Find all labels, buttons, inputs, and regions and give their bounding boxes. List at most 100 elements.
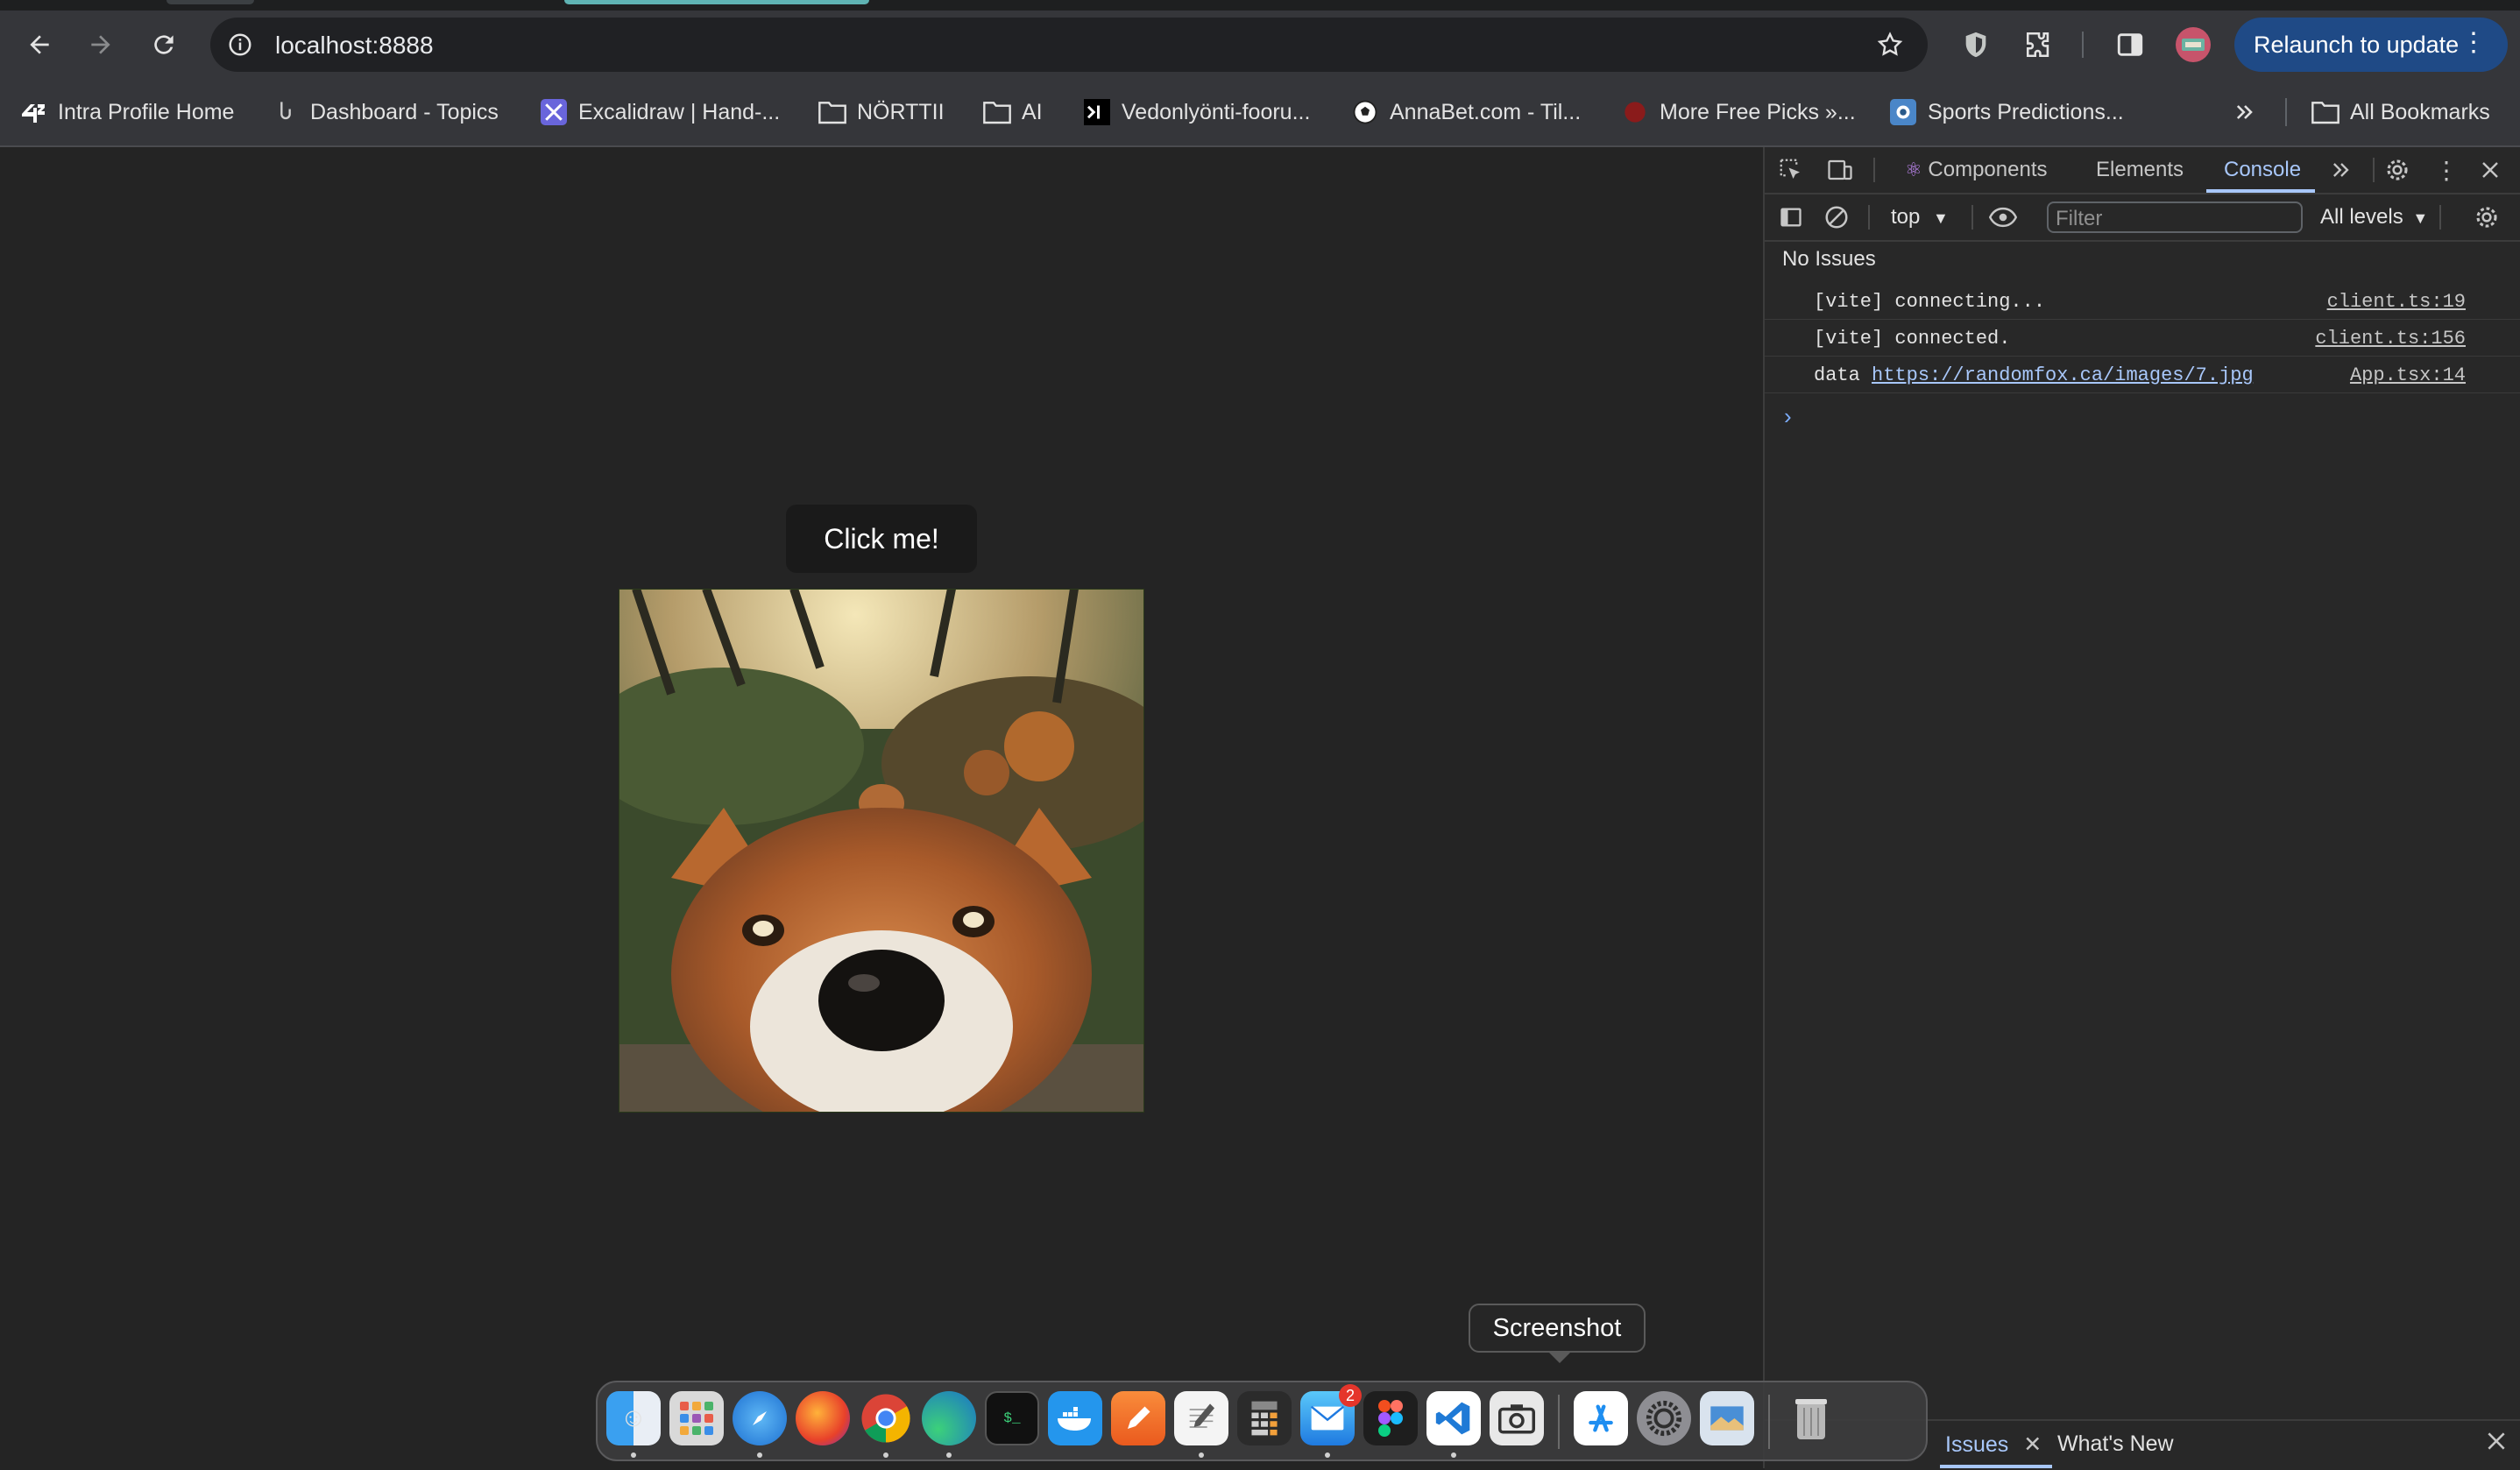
safari-icon[interactable]: [733, 1391, 787, 1445]
arrow-left-icon: [30, 35, 49, 54]
site-info-icon[interactable]: [223, 27, 258, 62]
bookmark-label: NÖRTTII: [857, 99, 945, 124]
trash-icon[interactable]: [1784, 1391, 1838, 1445]
picks-icon: [1621, 98, 1649, 126]
figma-icon[interactable]: [1363, 1391, 1418, 1445]
tab-active[interactable]: [564, 0, 869, 4]
console-source-link[interactable]: client.ts:19: [2327, 291, 2466, 313]
inspect-element-icon[interactable]: [1777, 156, 1805, 184]
close-icon[interactable]: ✕: [2023, 1432, 2042, 1457]
console-source-link[interactable]: client.ts:156: [2315, 328, 2466, 350]
devtools-divider: [2439, 205, 2441, 230]
chrome-icon[interactable]: [859, 1391, 913, 1445]
active-tab-indicator: [2206, 189, 2315, 193]
tab-strip: [0, 0, 2520, 11]
live-expression-eye-icon[interactable]: [1989, 203, 2017, 231]
running-indicator: [883, 1452, 888, 1458]
page-viewport: Click me!: [0, 147, 1763, 1468]
console-message: [vite] connecting... client.ts:19: [1765, 282, 2520, 320]
reload-button[interactable]: [142, 23, 186, 67]
bookmark-item[interactable]: Intra Profile Home: [19, 96, 234, 128]
all-bookmarks-button[interactable]: All Bookmarks: [2311, 96, 2490, 128]
arrow-right-icon: [91, 35, 110, 54]
system-settings-icon[interactable]: [1637, 1391, 1691, 1445]
tab-inactive[interactable]: [166, 0, 254, 4]
fox-image: [619, 589, 1144, 1113]
console-prompt-chevron-icon[interactable]: ›: [1784, 403, 1792, 430]
device-toolbar-icon[interactable]: [1826, 156, 1854, 184]
bookmark-item[interactable]: AnnaBet.com - Til...: [1351, 96, 1581, 128]
settings-gear-icon[interactable]: [2383, 156, 2411, 184]
bookmark-item[interactable]: More Free Picks »...: [1621, 96, 1856, 128]
click-me-button[interactable]: Click me!: [786, 505, 977, 573]
tab-console[interactable]: Console: [2224, 158, 2301, 182]
bookmark-label: Vedonlyönti-fooru...: [1122, 99, 1311, 124]
profile-avatar[interactable]: [2173, 25, 2213, 65]
bookmark-label: AnnaBet.com - Til...: [1390, 99, 1582, 124]
context-selector[interactable]: top ▼: [1891, 205, 1949, 230]
bookmark-item[interactable]: Vedonlyönti-fooru...: [1083, 96, 1310, 128]
more-vert-icon[interactable]: ⋮: [2460, 30, 2487, 56]
dropdown-caret-icon: ▼: [2412, 209, 2429, 227]
shield-extension-icon[interactable]: [1956, 25, 1996, 65]
calculator-icon[interactable]: [1237, 1391, 1292, 1445]
forward-button[interactable]: [79, 23, 123, 67]
close-icon[interactable]: [2476, 156, 2504, 184]
console-url-link[interactable]: https://randomfox.ca/images/7.jpg: [1872, 364, 2254, 386]
screenshot-icon[interactable]: [1490, 1391, 1544, 1445]
bookmark-label: Intra Profile Home: [58, 99, 235, 124]
clear-console-icon[interactable]: [1823, 203, 1851, 231]
bookmark-item[interactable]: NÖRTTII: [818, 96, 945, 128]
tab-components[interactable]: ⚛ Components: [1905, 158, 2047, 182]
edge-icon[interactable]: [922, 1391, 976, 1445]
side-panel-icon[interactable]: [2110, 25, 2150, 65]
console-settings-gear-icon[interactable]: [2473, 203, 2501, 231]
mail-badge: 2: [1339, 1384, 1362, 1407]
textedit-icon[interactable]: [1174, 1391, 1228, 1445]
console-source-link[interactable]: App.tsx:14: [2350, 364, 2466, 386]
pages-icon[interactable]: [1111, 1391, 1165, 1445]
terminal-app-icon[interactable]: $_: [985, 1391, 1039, 1445]
bookmark-label: More Free Picks »...: [1660, 99, 1856, 124]
log-levels-dropdown[interactable]: All levels ▼: [2320, 205, 2428, 230]
extensions-puzzle-icon[interactable]: [2019, 25, 2059, 65]
intra-icon: [19, 98, 47, 126]
bookmark-label: Sports Predictions...: [1928, 99, 2124, 124]
folder-icon: [2311, 98, 2339, 126]
relaunch-button[interactable]: Relaunch to update ⋮: [2234, 18, 2508, 72]
dropdown-caret-icon: ▼: [1933, 209, 1949, 227]
tab-elements[interactable]: Elements: [2096, 158, 2184, 182]
address-bar[interactable]: localhost:8888: [210, 18, 1928, 72]
bookmark-item[interactable]: AI: [983, 96, 1043, 128]
app-store-icon[interactable]: [1574, 1391, 1628, 1445]
finder-icon[interactable]: ☺: [606, 1391, 661, 1445]
back-button[interactable]: [18, 23, 61, 67]
mail-icon[interactable]: 2: [1300, 1384, 1362, 1445]
devtools-divider: [2373, 158, 2375, 182]
more-vert-icon[interactable]: ⋮: [2432, 156, 2460, 184]
firefox-icon[interactable]: [796, 1391, 850, 1445]
docker-icon[interactable]: [1048, 1391, 1102, 1445]
preview-icon[interactable]: [1700, 1391, 1754, 1445]
bookmark-item[interactable]: Dashboard - Topics: [272, 96, 499, 128]
console-message: [vite] connected. client.ts:156: [1765, 319, 2520, 357]
sidebar-toggle-icon[interactable]: [1777, 203, 1805, 231]
drawer-tab-issues[interactable]: Issues ✕: [1945, 1431, 2042, 1458]
devtools-divider: [1868, 205, 1870, 230]
drawer-tab-whats-new[interactable]: What's New: [2057, 1431, 2174, 1457]
more-tabs-chevron-icon[interactable]: [2327, 156, 2355, 184]
running-indicator: [631, 1452, 636, 1458]
close-drawer-icon[interactable]: [2485, 1430, 2508, 1457]
bookmarks-overflow-chevron-icon[interactable]: [2233, 96, 2257, 128]
bookmark-star-icon[interactable]: [1872, 26, 1908, 63]
url-text[interactable]: localhost:8888: [275, 32, 434, 60]
folder-icon: [818, 98, 846, 126]
launchpad-icon[interactable]: [669, 1391, 724, 1445]
bookmark-item[interactable]: Sports Predictions...: [1889, 96, 2124, 128]
folder-icon: [983, 98, 1011, 126]
running-indicator: [946, 1452, 952, 1458]
vscode-icon[interactable]: [1426, 1391, 1481, 1445]
browser-toolbar: localhost:8888 Relaunch to update ⋮: [0, 11, 2520, 79]
console-filter-input[interactable]: Filter: [2047, 201, 2303, 233]
bookmark-item[interactable]: Excalidraw | Hand-...: [540, 96, 780, 128]
